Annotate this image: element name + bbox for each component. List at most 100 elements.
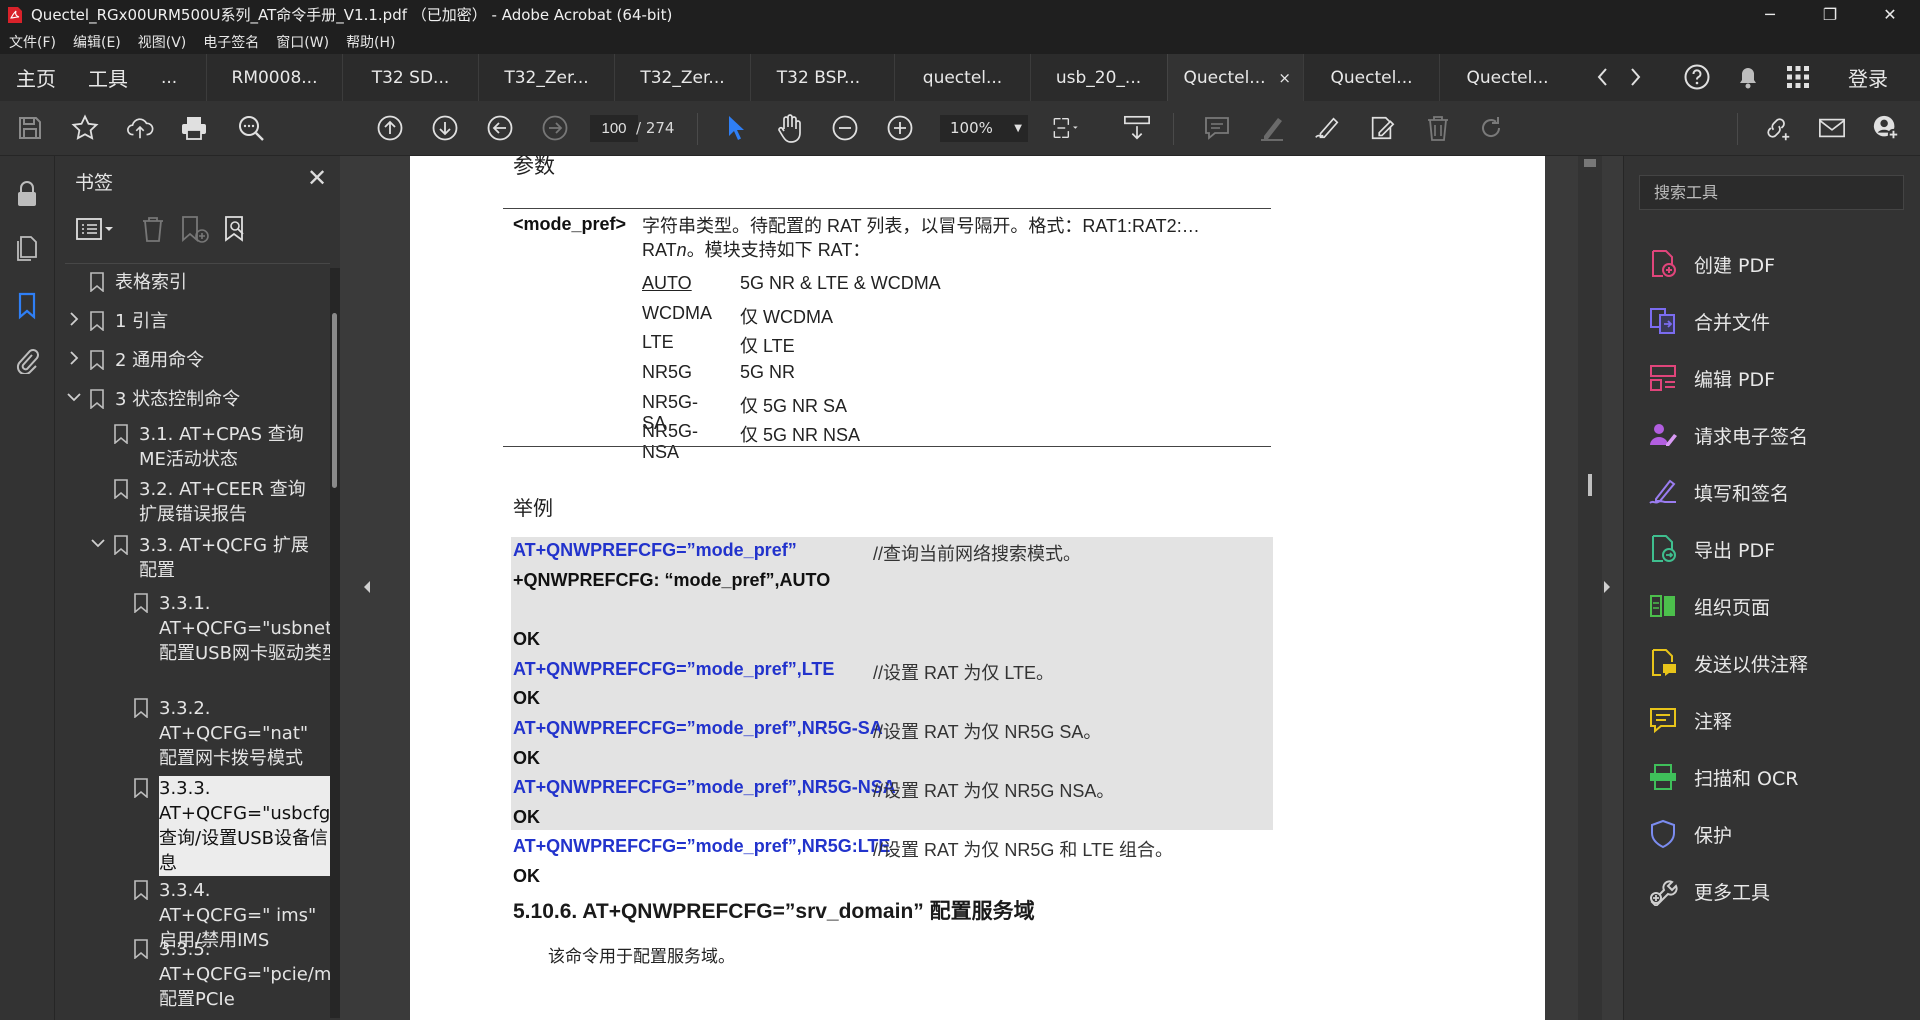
zoom-in-icon[interactable] — [886, 114, 914, 142]
zoom-level-select[interactable]: 100% ▼ — [940, 115, 1028, 142]
bookmark-item[interactable]: 3.3.1. AT+QCFG="usbnet" 配置USB网卡驱动类型 — [133, 591, 330, 666]
tool-label: 扫描和 OCR — [1694, 767, 1799, 790]
tool-label: 更多工具 — [1694, 881, 1771, 904]
upload-cloud-icon[interactable] — [126, 114, 154, 142]
tool-label: 合并文件 — [1694, 311, 1771, 334]
find-bookmark-icon[interactable] — [223, 214, 253, 254]
collapse-chevron-icon[interactable] — [65, 387, 83, 407]
tool-scan-ocr[interactable]: 扫描和 OCR — [1648, 759, 1798, 795]
previous-page-icon[interactable] — [376, 114, 404, 142]
tool-protect[interactable]: 保护 — [1648, 816, 1732, 852]
doc-tab[interactable]: T32 BSP... — [750, 54, 886, 101]
bookmark-icon — [113, 424, 129, 444]
menu-view[interactable]: 视图(V) — [129, 32, 195, 52]
bookmark-item[interactable]: 2 通用命令 — [65, 348, 320, 373]
apps-grid-icon[interactable] — [1786, 65, 1810, 89]
menu-edit[interactable]: 编辑(E) — [64, 32, 129, 52]
share-link-icon[interactable] — [1763, 114, 1791, 142]
add-user-share-icon[interactable] — [1872, 114, 1900, 142]
delete-icon — [1424, 114, 1452, 142]
tool-edit-pdf[interactable]: 编辑 PDF — [1648, 360, 1775, 396]
bookmark-item[interactable]: 3.1. AT+CPAS 查询ME活动状态 — [113, 422, 323, 472]
search-zoom-icon[interactable] — [237, 114, 265, 142]
doc-tab[interactable]: usb_20_... — [1030, 54, 1166, 101]
bookmark-scrollbar[interactable] — [330, 268, 340, 1018]
scrollbar-thumb[interactable] — [1584, 159, 1596, 167]
close-panel-icon[interactable]: ✕ — [307, 164, 327, 192]
scroll-mode-icon[interactable] — [1123, 114, 1151, 142]
nav-home[interactable]: 主页 — [16, 54, 56, 101]
tab-scroll-right-icon[interactable] — [1628, 66, 1642, 88]
draw-tool-icon[interactable] — [1313, 114, 1341, 142]
scrollbar-thumb[interactable] — [332, 313, 337, 488]
menu-help[interactable]: 帮助(H) — [337, 32, 403, 52]
document-scrollbar[interactable] — [1578, 156, 1602, 1020]
bookmark-item-selected[interactable]: 3.3.3. AT+QCFG="usbcfg" 查询/设置USB设备信息 — [133, 776, 330, 876]
tool-organize-pages[interactable]: 组织页面 — [1648, 588, 1770, 624]
menu-esign[interactable]: 电子签名 — [194, 32, 267, 52]
tool-comment[interactable]: 注释 — [1648, 702, 1732, 738]
nav-more-tabs[interactable]: ... — [161, 54, 177, 101]
doc-tab-active[interactable]: Quectel... × — [1167, 54, 1303, 101]
export-pdf-icon — [1648, 534, 1678, 564]
expand-chevron-icon[interactable] — [65, 348, 83, 368]
bookmark-item[interactable]: 3 状态控制命令 — [65, 387, 320, 412]
search-tools-input[interactable]: 搜索工具 — [1639, 175, 1904, 210]
doc-tab[interactable]: T32 SD... — [342, 54, 478, 101]
bookmark-item[interactable]: 3.2. AT+CEER 查询扩展错误报告 — [113, 477, 323, 527]
back-view-icon[interactable] — [486, 114, 514, 142]
tool-send-for-comments[interactable]: 发送以供注释 — [1648, 645, 1808, 681]
bookmark-item[interactable]: 1 引言 — [65, 309, 320, 334]
tool-combine-files[interactable]: 合并文件 — [1648, 303, 1770, 339]
doc-tab[interactable]: quectel... — [894, 54, 1030, 101]
menu-window[interactable]: 窗口(W) — [267, 32, 337, 52]
tool-fill-sign[interactable]: 填写和签名 — [1648, 474, 1789, 510]
expand-chevron-icon[interactable] — [65, 309, 83, 329]
doc-tab[interactable]: Quectel... — [1439, 54, 1575, 101]
bookmarks-panel-icon[interactable] — [12, 291, 42, 321]
close-window-button[interactable]: ✕ — [1860, 0, 1920, 29]
page-fit-icon[interactable] — [1052, 114, 1080, 142]
bookmark-item[interactable]: 3.3.5. AT+QCFG="pcie/mode" 配置PCIe — [133, 937, 330, 1012]
collapse-chevron-icon[interactable] — [89, 533, 107, 553]
fill-sign-icon — [1648, 477, 1678, 507]
collapse-left-panel-icon[interactable] — [362, 580, 372, 594]
tool-label: 注释 — [1694, 710, 1733, 733]
login-button[interactable]: 登录 — [1848, 54, 1888, 101]
tab-close-icon[interactable]: × — [1278, 69, 1291, 87]
bookmark-item[interactable]: 3.3.2. AT+QCFG="nat" 配置网卡拨号模式 — [133, 696, 323, 771]
minimize-button[interactable]: ─ — [1740, 0, 1800, 29]
select-cursor-icon[interactable] — [721, 114, 749, 142]
notification-bell-icon[interactable] — [1736, 64, 1760, 90]
print-icon[interactable] — [180, 114, 208, 142]
nav-tools[interactable]: 工具 — [88, 54, 128, 101]
next-page-icon[interactable] — [431, 114, 459, 142]
tool-export-pdf[interactable]: 导出 PDF — [1648, 531, 1775, 567]
tool-request-esign[interactable]: 请求电子签名 — [1648, 417, 1808, 453]
doc-tab[interactable]: Quectel... — [1303, 54, 1439, 101]
tool-more-tools[interactable]: 更多工具 — [1648, 873, 1770, 909]
param-name: <mode_pref> — [513, 214, 627, 234]
hand-tool-icon[interactable] — [776, 114, 804, 143]
bookmark-options-icon[interactable] — [75, 214, 117, 254]
lock-icon[interactable] — [12, 179, 42, 209]
save-icon[interactable] — [16, 114, 44, 142]
page-number-input[interactable] — [590, 115, 638, 142]
email-icon[interactable] — [1818, 114, 1846, 142]
tool-create-pdf[interactable]: 创建 PDF — [1648, 246, 1775, 282]
edit-text-icon[interactable] — [1368, 114, 1396, 142]
collapse-right-panel-icon[interactable] — [1602, 580, 1612, 594]
attachments-icon[interactable] — [12, 345, 42, 375]
zoom-out-icon[interactable] — [831, 114, 859, 142]
page-thumbnails-icon[interactable] — [12, 234, 42, 264]
help-icon[interactable] — [1683, 63, 1711, 91]
doc-tab[interactable]: T32_Zer... — [614, 54, 750, 101]
favorite-star-icon[interactable] — [71, 114, 99, 142]
bookmark-item[interactable]: 表格索引 — [65, 270, 320, 295]
doc-tab[interactable]: RM0008... — [206, 54, 342, 101]
tab-scroll-left-icon[interactable] — [1596, 66, 1610, 88]
bookmark-item[interactable]: 3.3. AT+QCFG 扩展配置 — [89, 533, 323, 583]
doc-tab[interactable]: T32_Zer... — [478, 54, 614, 101]
menu-file[interactable]: 文件(F) — [0, 32, 64, 52]
restore-button[interactable]: ❐ — [1800, 0, 1860, 29]
